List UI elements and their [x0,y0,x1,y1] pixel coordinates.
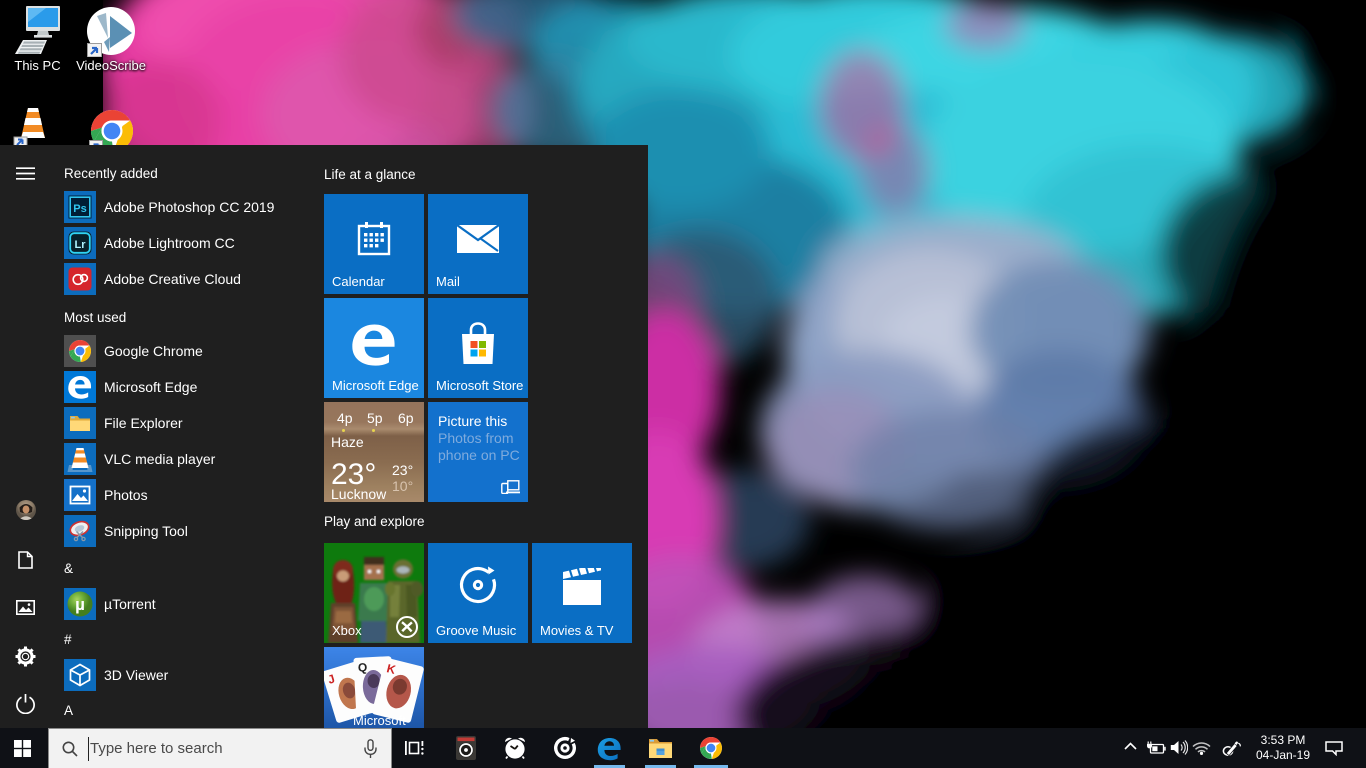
svg-text:Q: Q [358,660,368,674]
svg-text:Ps: Ps [73,203,86,215]
svg-text:Lr: Lr [75,239,87,251]
svg-text:µ: µ [75,595,85,614]
